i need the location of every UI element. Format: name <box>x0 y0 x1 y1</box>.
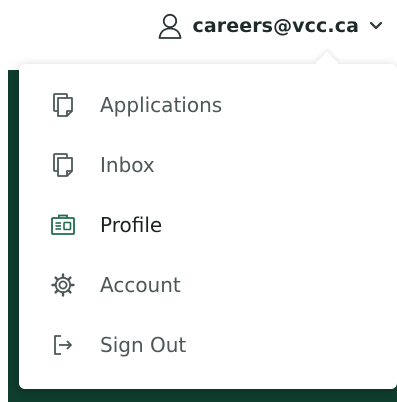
user-email: careers@vcc.ca <box>192 15 359 37</box>
gear-icon <box>51 273 75 297</box>
page: careers@vcc.ca Applications Inbox Profil… <box>0 0 397 402</box>
menu-item-label: Inbox <box>100 153 155 177</box>
document-icon <box>51 153 75 177</box>
menu-item-label: Profile <box>100 213 163 237</box>
user-menu-toggle[interactable]: careers@vcc.ca <box>158 8 383 44</box>
menu-item-label: Sign Out <box>100 333 187 357</box>
menu-item-profile[interactable]: Profile <box>19 195 397 255</box>
user-dropdown-menu: Applications Inbox Profile Account Sign … <box>19 51 397 389</box>
menu-item-applications[interactable]: Applications <box>19 75 397 135</box>
chevron-down-icon <box>369 21 383 31</box>
menu-item-account[interactable]: Account <box>19 255 397 315</box>
dropdown-caret <box>315 51 339 75</box>
menu-item-label: Account <box>100 273 181 297</box>
user-icon <box>158 13 182 39</box>
document-icon <box>51 93 75 117</box>
id-card-icon <box>51 213 75 237</box>
sign-out-icon <box>51 333 75 357</box>
menu-item-label: Applications <box>100 93 223 117</box>
menu-item-inbox[interactable]: Inbox <box>19 135 397 195</box>
menu-item-sign-out[interactable]: Sign Out <box>19 315 397 375</box>
